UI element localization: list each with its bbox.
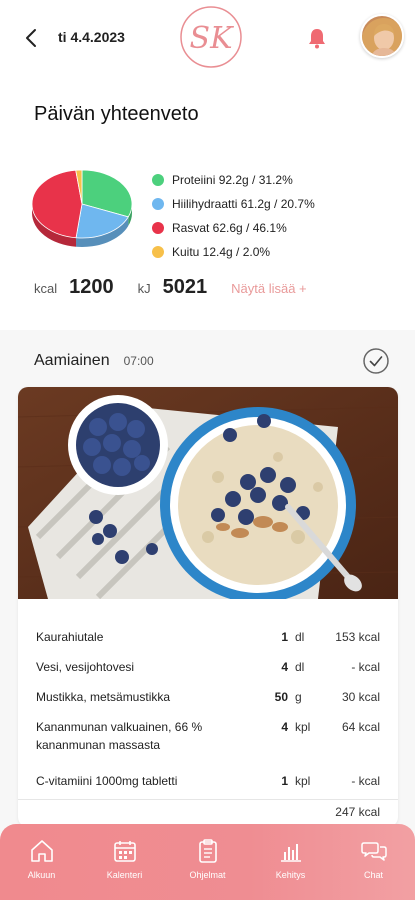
food-quantity: 4 xyxy=(281,660,288,674)
macro-legend: Proteiini 92.2g / 31.2% Hiilihydraatti 6… xyxy=(152,168,315,264)
kj-value: 5021 xyxy=(162,276,208,298)
food-name: Mustikka, metsämustikka xyxy=(36,690,171,704)
food-name: C-vitamiini 1000mg tabletti xyxy=(36,774,178,788)
meal-header: Aamiainen 07:00 xyxy=(34,352,154,370)
show-more-link[interactable]: Näytä lisää + xyxy=(231,281,307,296)
food-name: Vesi, vesijohtovesi xyxy=(36,660,135,674)
logo-text: SK xyxy=(190,21,235,56)
food-unit: kpl xyxy=(295,774,311,788)
home-icon xyxy=(30,840,53,862)
back-arrow-icon[interactable] xyxy=(22,26,42,50)
chart-icon xyxy=(280,844,301,862)
food-kcal: 64 kcal xyxy=(341,720,380,734)
nav-label: Ohjelmat xyxy=(189,870,226,880)
meal-photo xyxy=(18,387,398,599)
food-unit: dl xyxy=(295,660,305,674)
food-unit: dl xyxy=(295,630,305,644)
nav-item-programs[interactable]: Ohjelmat xyxy=(166,824,249,900)
food-kcal: - kcal xyxy=(351,774,380,788)
food-name: Kaurahiutale xyxy=(36,630,104,644)
nav-label: Kalenteri xyxy=(106,870,143,880)
legend-dot-fat xyxy=(152,222,164,234)
meal-name: Aamiainen xyxy=(34,352,110,369)
divider xyxy=(18,799,398,800)
legend-label-protein: Proteiini 92.2g / 31.2% xyxy=(172,173,293,187)
meal-checkmark-icon[interactable] xyxy=(363,348,389,374)
kj-unit: kJ xyxy=(137,281,151,296)
food-kcal: 153 kcal xyxy=(335,630,380,644)
brand-logo: SK xyxy=(180,6,242,68)
user-avatar[interactable] xyxy=(360,14,404,58)
daily-summary-card: Päivän yhteenveto Proteiini 92.2g / 31.2… xyxy=(0,76,415,330)
nav-item-chat[interactable]: Chat xyxy=(332,824,415,900)
kcal-unit: kcal xyxy=(34,281,58,296)
food-kcal: - kcal xyxy=(351,660,380,674)
bottom-navigation: Alkuun Kalenteri Ohjelmat Kehitys Chat xyxy=(0,824,415,900)
food-kcal: 30 kcal xyxy=(341,690,380,704)
legend-label-fiber: Kuitu 12.4g / 2.0% xyxy=(172,245,271,259)
meal-card[interactable]: Kaurahiutale 1 dl 153 kcal Vesi, vesijoh… xyxy=(18,387,398,827)
legend-label-fat: Rasvat 62.6g / 46.1% xyxy=(172,221,287,235)
legend-dot-fiber xyxy=(152,246,164,258)
legend-dot-carbs xyxy=(152,198,164,210)
notification-bell-icon[interactable] xyxy=(305,26,329,50)
calendar-icon xyxy=(113,841,136,862)
legend-item-protein: Proteiini 92.2g / 31.2% xyxy=(152,168,315,192)
legend-label-carbs: Hiilihydraatti 61.2g / 20.7% xyxy=(172,197,315,211)
nav-label: Kehitys xyxy=(275,870,306,880)
energy-summary: kcal 1200 kJ 5021 Näytä lisää + xyxy=(34,276,307,299)
nav-item-progress[interactable]: Kehitys xyxy=(249,824,332,900)
legend-item-fiber: Kuitu 12.4g / 2.0% xyxy=(152,240,315,264)
legend-item-carbs: Hiilihydraatti 61.2g / 20.7% xyxy=(152,192,315,216)
nav-item-home[interactable]: Alkuun xyxy=(0,824,83,900)
macro-pie-chart xyxy=(31,169,133,247)
legend-dot-protein xyxy=(152,174,164,186)
top-bar: ti 4.4.2023 SK xyxy=(0,0,415,76)
food-quantity: 50 xyxy=(274,690,288,704)
kcal-value: 1200 xyxy=(69,276,114,298)
clipboard-icon xyxy=(198,839,217,863)
food-quantity: 4 xyxy=(281,720,288,734)
food-quantity: 1 xyxy=(281,630,288,644)
nav-label: Chat xyxy=(363,870,383,880)
food-quantity: 1 xyxy=(281,774,288,788)
nav-item-calendar[interactable]: Kalenteri xyxy=(83,824,166,900)
current-date[interactable]: ti 4.4.2023 xyxy=(58,29,125,45)
food-name: Kananmunan valkuainen, 66 % kananmunan m… xyxy=(36,720,203,752)
summary-title: Päivän yhteenveto xyxy=(34,103,199,125)
food-unit: g xyxy=(295,690,302,704)
chat-icon xyxy=(360,842,387,861)
food-unit: kpl xyxy=(295,720,311,734)
nav-label: Alkuun xyxy=(27,870,56,880)
meal-time: 07:00 xyxy=(123,354,154,368)
legend-item-fat: Rasvat 62.6g / 46.1% xyxy=(152,216,315,240)
meal-total-kcal: 247 kcal xyxy=(335,805,380,819)
